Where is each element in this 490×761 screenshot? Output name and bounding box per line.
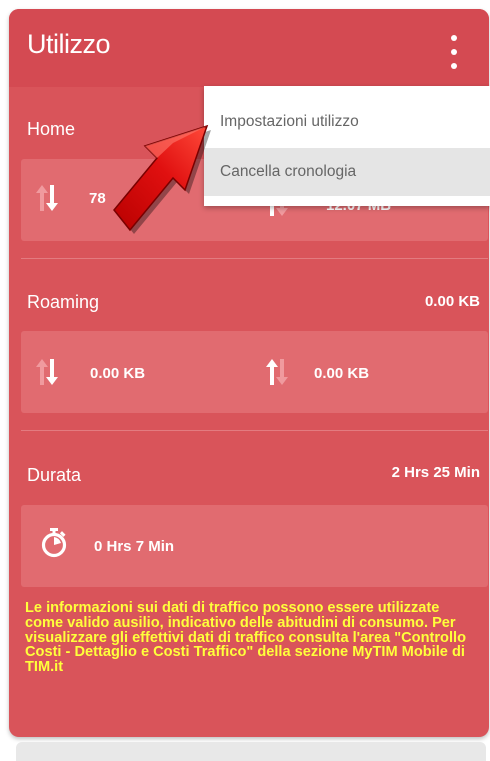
traffic-notice: Le informazioni sui dati di traffico pos… [25, 600, 466, 676]
menu-item-clear-history[interactable]: Cancella cronologia [204, 148, 490, 196]
roaming-label: Roaming [27, 292, 100, 312]
download-arrows-icon [36, 359, 58, 385]
menu-item-usage-settings[interactable]: Impostazioni utilizzo [204, 98, 490, 146]
divider [21, 430, 488, 431]
next-card-edge [16, 742, 486, 761]
roaming-download-value: 0.00 KB [90, 365, 146, 382]
roaming-total: 0.00 KB [424, 293, 480, 310]
durata-label: Durata [27, 465, 82, 485]
overflow-menu: Impostazioni utilizzo Cancella cronologi… [204, 86, 490, 206]
durata-total: 2 Hrs 25 Min [391, 464, 480, 481]
roaming-upload-value: 0.00 KB [314, 365, 370, 382]
roaming-box: 0.00 KB 0.00 KB [21, 331, 488, 413]
header: Utilizzo [9, 9, 489, 87]
upload-arrows-icon [266, 359, 288, 385]
stopwatch-icon [41, 528, 67, 558]
durata-value: 0 Hrs 7 Min [94, 538, 175, 555]
divider [21, 258, 488, 259]
kebab-menu-icon[interactable] [447, 35, 461, 69]
download-arrows-icon [36, 185, 58, 211]
red-pointer-arrow [113, 124, 211, 234]
durata-box: 0 Hrs 7 Min [21, 505, 488, 587]
home-label: Home [27, 119, 76, 139]
page-title: Utilizzo [27, 29, 111, 59]
